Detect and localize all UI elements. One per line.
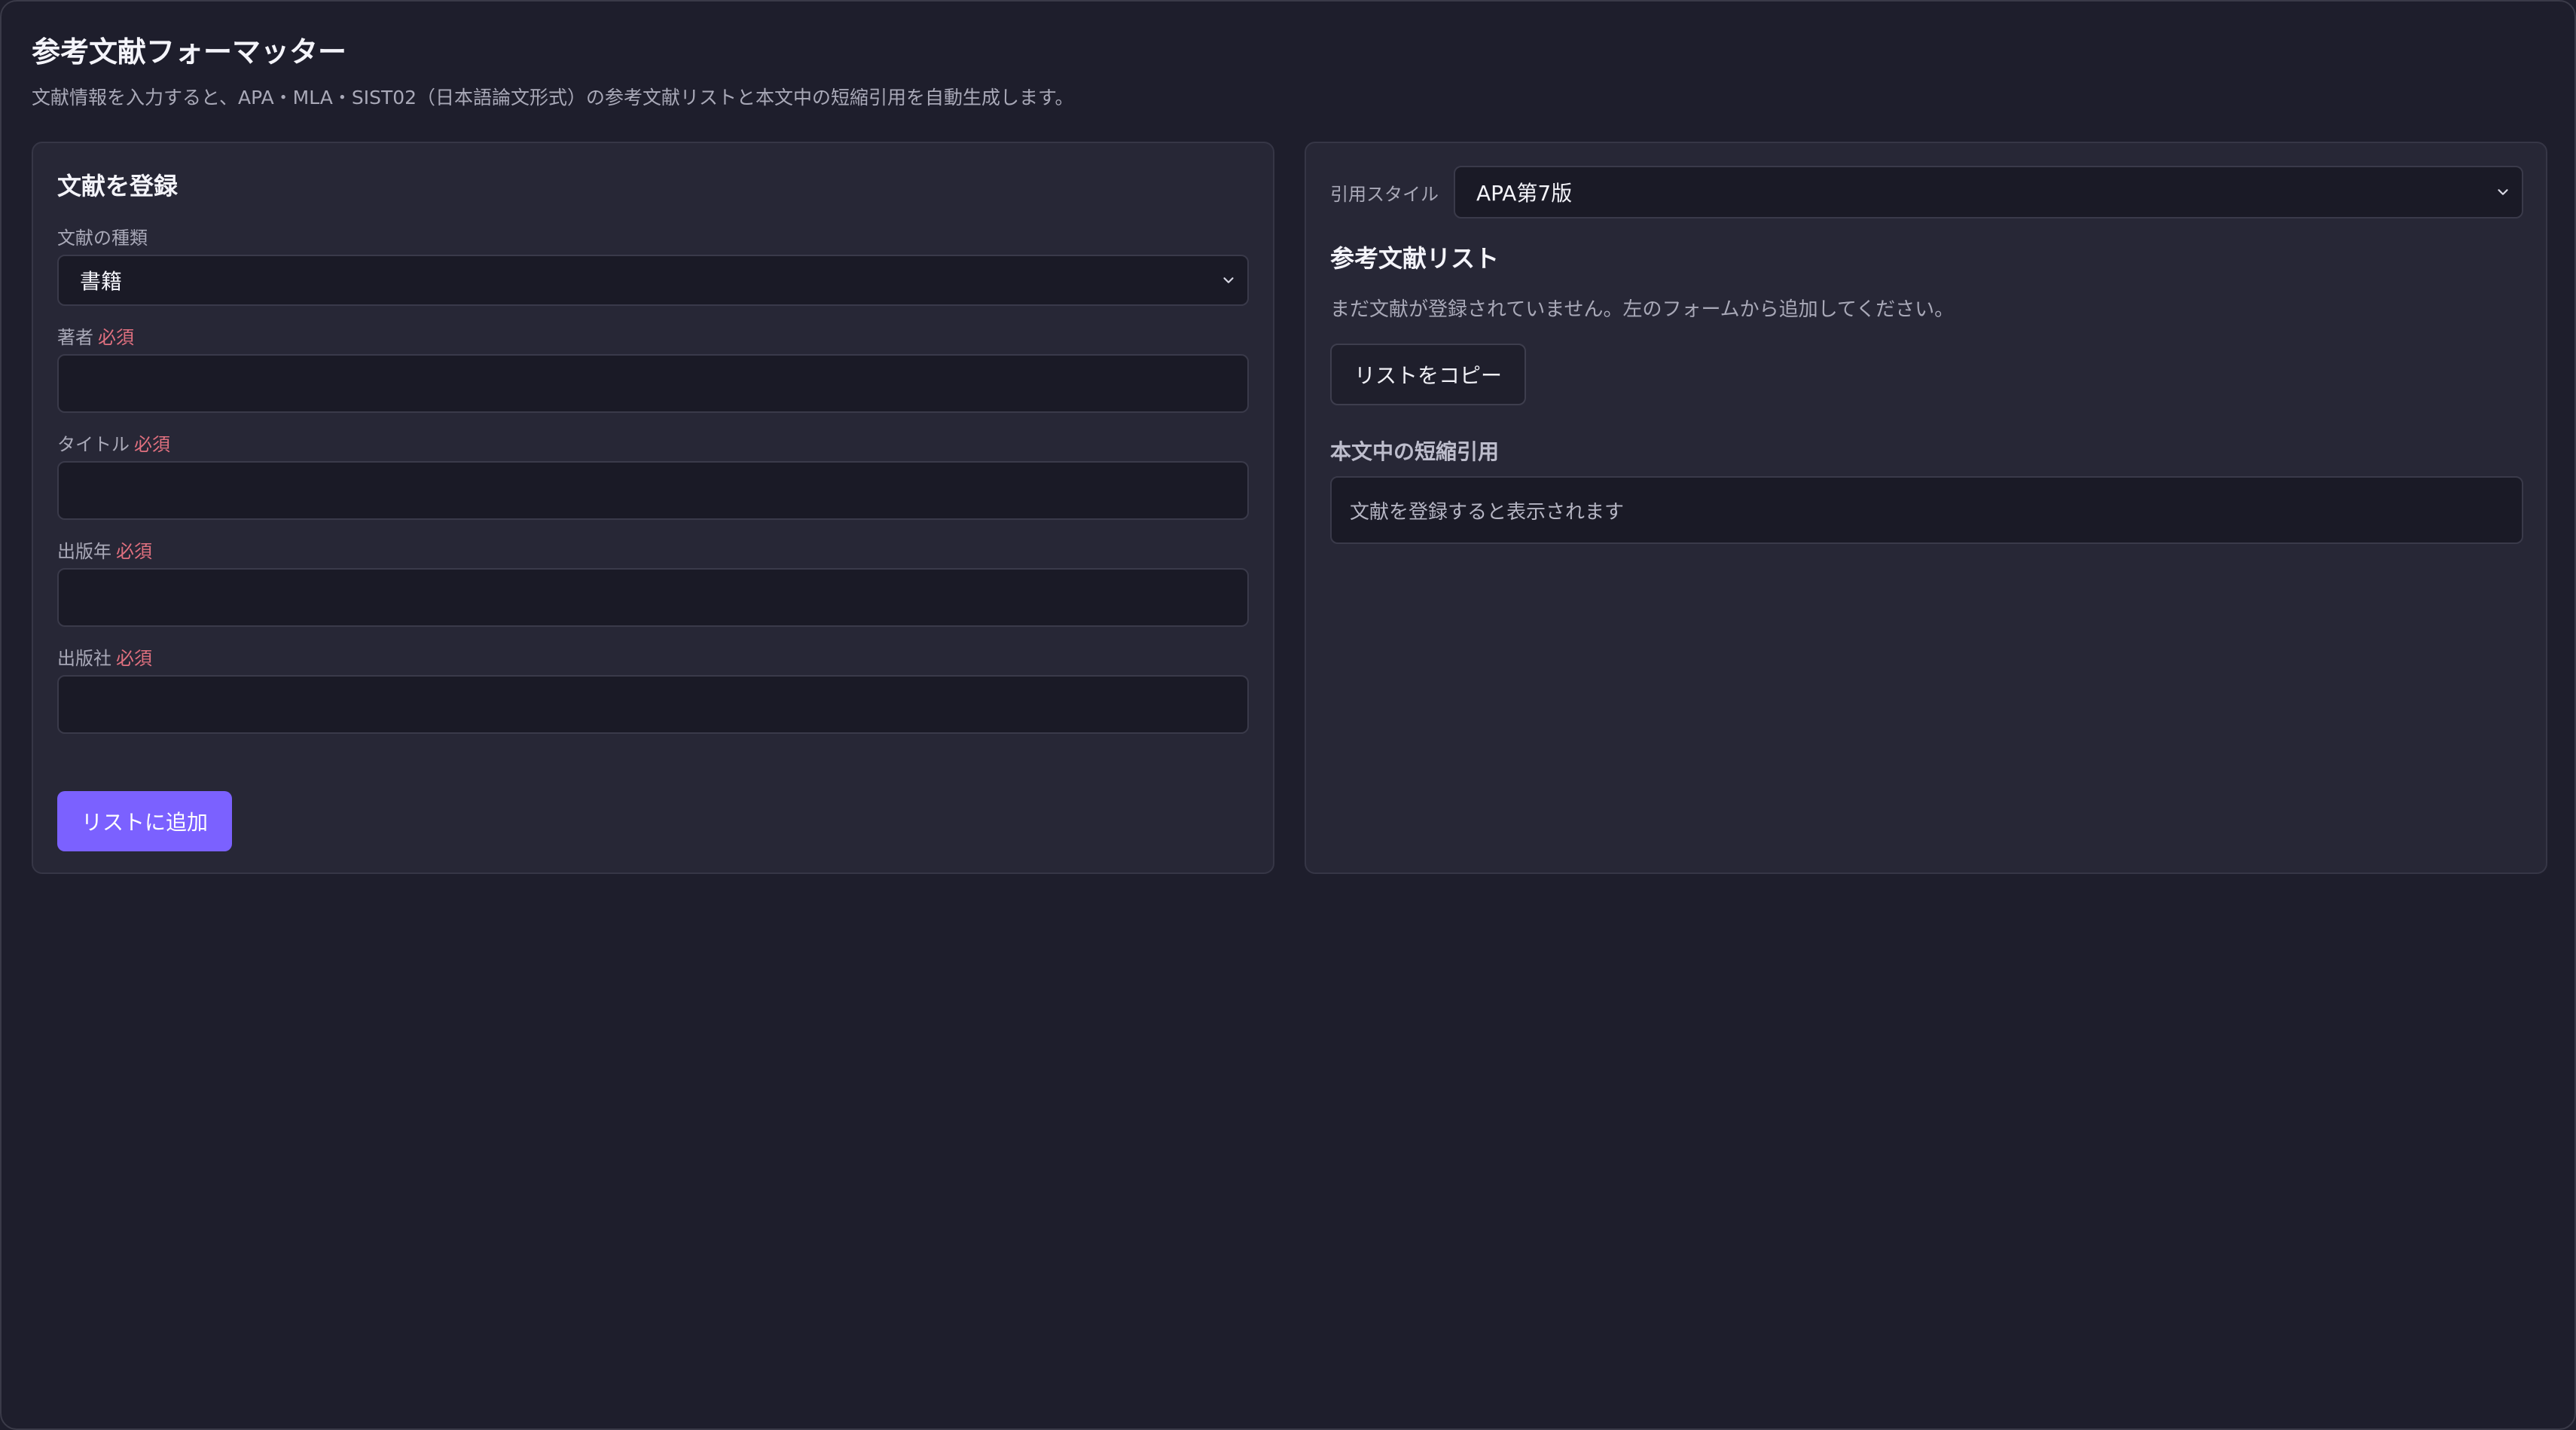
publisher-label: 出版社 必須 bbox=[57, 643, 152, 670]
author-required-badge: 必須 bbox=[98, 327, 134, 348]
type-label: 文献の種類 bbox=[57, 228, 148, 249]
author-input[interactable] bbox=[57, 354, 1249, 413]
in-text-citation-heading: 本文中の短縮引用 bbox=[1330, 439, 1500, 464]
style-label: 引用スタイル bbox=[1330, 184, 1439, 205]
reference-output-card: 引用スタイル APA第7版 参考文献リスト まだ文献が登録されていません。左のフ… bbox=[1305, 142, 2547, 874]
reference-list-heading: 参考文献リスト bbox=[1330, 244, 1500, 273]
type-select-value: 書籍 bbox=[80, 269, 123, 294]
app-window: 参考文献フォーマッター 文献情報を入力すると、APA・MLA・SIST02（日本… bbox=[0, 0, 2576, 1430]
title-required-badge: 必須 bbox=[134, 434, 170, 455]
in-text-citation-box: 文献を登録すると表示されます bbox=[1330, 476, 2523, 544]
year-label-text: 出版年 bbox=[57, 541, 111, 562]
form-heading: 文献を登録 bbox=[57, 172, 179, 200]
type-select[interactable]: 書籍 bbox=[57, 255, 1249, 306]
title-label: タイトル 必須 bbox=[57, 429, 170, 456]
citation-style-value: APA第7版 bbox=[1476, 181, 1573, 206]
author-label: 著者 必須 bbox=[57, 322, 134, 349]
chevron-down-icon bbox=[1223, 277, 1234, 283]
page-subtitle: 文献情報を入力すると、APA・MLA・SIST02（日本語論文形式）の参考文献リ… bbox=[32, 87, 1074, 108]
title-input[interactable] bbox=[57, 461, 1249, 520]
chevron-down-icon bbox=[2498, 189, 2508, 195]
publisher-input[interactable] bbox=[57, 675, 1249, 734]
add-to-list-button[interactable]: リストに追加 bbox=[57, 791, 232, 851]
title-label-text: タイトル bbox=[57, 434, 130, 455]
year-label: 出版年 必須 bbox=[57, 536, 152, 563]
page-title: 参考文献フォーマッター bbox=[32, 35, 347, 69]
author-label-text: 著者 bbox=[57, 327, 93, 348]
year-required-badge: 必須 bbox=[116, 541, 152, 562]
empty-list-message: まだ文献が登録されていません。左のフォームから追加してください。 bbox=[1330, 298, 1955, 321]
publisher-label-text: 出版社 bbox=[57, 648, 111, 669]
year-input[interactable] bbox=[57, 568, 1249, 627]
copy-list-button[interactable]: リストをコピー bbox=[1330, 344, 1526, 405]
citation-style-select[interactable]: APA第7版 bbox=[1454, 166, 2523, 218]
publisher-required-badge: 必須 bbox=[116, 648, 152, 669]
reference-form-card: 文献を登録 文献の種類 書籍 著者 必須 タイトル 必須 出版年 必須 出版社 必須 リ… bbox=[32, 142, 1274, 874]
